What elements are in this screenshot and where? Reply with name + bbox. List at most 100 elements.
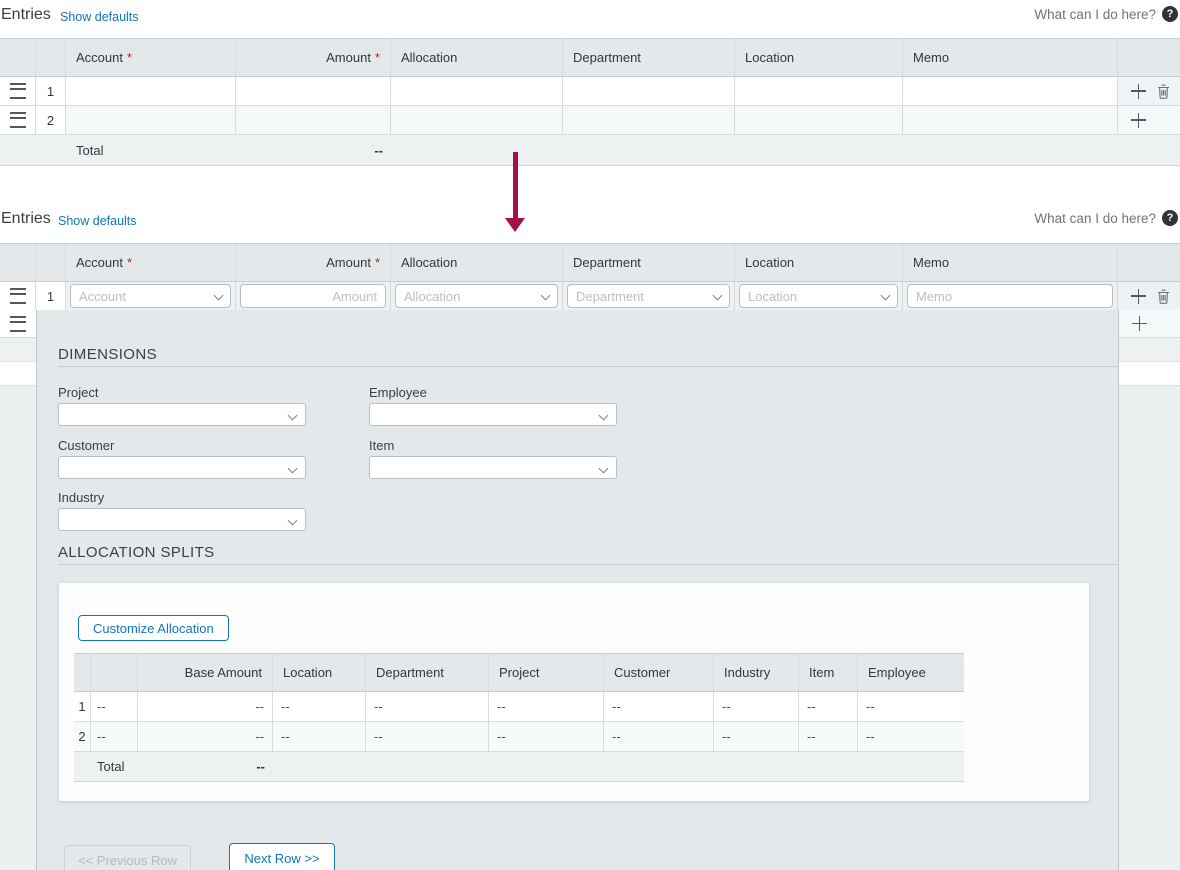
header-actions-column: [1118, 244, 1180, 282]
header-drag-column: [0, 39, 36, 77]
drag-handle-icon[interactable]: [10, 83, 26, 99]
allocation-splits-table: Base Amount Location Department Project …: [74, 653, 964, 782]
next-row-button[interactable]: Next Row >>: [229, 843, 335, 870]
entries-header-row: Account* Amount* Allocation Department L…: [0, 39, 1180, 77]
entries-title-top: Entries: [1, 6, 51, 24]
row-number: 2: [36, 106, 66, 135]
rail-background: [1119, 386, 1180, 870]
allocation-select[interactable]: [395, 284, 558, 308]
help-link-detail[interactable]: What can I do here? ?: [1034, 210, 1178, 226]
alloc-row-number: 1: [74, 692, 91, 722]
item-select[interactable]: [369, 456, 617, 479]
location-cell[interactable]: [735, 106, 903, 135]
amount-input[interactable]: [240, 284, 386, 308]
header-actions-column: [1118, 39, 1180, 77]
project-select[interactable]: [58, 403, 306, 426]
account-cell[interactable]: [66, 106, 236, 135]
amount-cell[interactable]: [236, 77, 391, 106]
entries-title-detail: Entries: [1, 210, 51, 228]
active-entry-row: 1: [0, 282, 1180, 311]
drag-handle-icon[interactable]: [10, 316, 26, 332]
add-row-button[interactable]: [1132, 316, 1147, 331]
allocation-splits-heading: ALLOCATION SPLITS: [58, 544, 1118, 565]
alloc-cell-employee: --: [858, 722, 964, 752]
drag-handle-icon[interactable]: [10, 288, 26, 304]
customer-select[interactable]: [58, 456, 306, 479]
help-label: What can I do here?: [1034, 211, 1156, 226]
alloc-row: 2 -- -- -- -- -- -- -- -- --: [74, 722, 964, 752]
row-detail-panel: DIMENSIONS Project Employee Customer Ite…: [36, 310, 1119, 870]
header-rownum-column: [36, 39, 66, 77]
chevron-down-icon: [599, 464, 609, 474]
actions-column-rail: [1119, 310, 1180, 870]
alloc-cell-base-amount: --: [138, 722, 273, 752]
row-stripe: [0, 362, 36, 386]
alloc-cell-industry: --: [714, 722, 799, 752]
location-cell[interactable]: [735, 77, 903, 106]
employee-label: Employee: [369, 385, 427, 400]
allocation-cell[interactable]: [391, 106, 563, 135]
department-cell[interactable]: [563, 77, 735, 106]
previous-row-button[interactable]: << Previous Row: [64, 845, 191, 870]
alloc-cell-project: --: [489, 722, 604, 752]
show-defaults-link-detail[interactable]: Show defaults: [58, 214, 137, 228]
column-header-location: Location: [745, 255, 794, 270]
department-cell[interactable]: [563, 106, 735, 135]
column-header-allocation: Allocation: [401, 255, 457, 270]
alloc-header-department: Department: [376, 665, 444, 680]
add-row-button[interactable]: [1131, 113, 1146, 128]
allocation-cell[interactable]: [391, 77, 563, 106]
required-asterisk: *: [127, 50, 132, 65]
column-header-account: Account: [76, 255, 123, 270]
help-icon[interactable]: ?: [1162, 6, 1178, 22]
alloc-cell-item: --: [799, 692, 858, 722]
alloc-header-employee: Employee: [868, 665, 926, 680]
table-row: 2: [0, 106, 1180, 135]
alloc-cell-customer: --: [604, 692, 714, 722]
chevron-down-icon: [599, 411, 609, 421]
header-drag-column: [0, 244, 36, 282]
row-number: 1: [36, 282, 66, 311]
alloc-header-industry: Industry: [724, 665, 770, 680]
delete-row-button[interactable]: [1157, 84, 1170, 99]
account-cell[interactable]: [66, 77, 236, 106]
allocation-splits-card: Customize Allocation Base Amount Locatio…: [59, 583, 1089, 801]
total-row: Total --: [0, 135, 1180, 166]
delete-row-button[interactable]: [1157, 289, 1170, 304]
column-header-location: Location: [745, 50, 794, 65]
help-icon[interactable]: ?: [1162, 210, 1178, 226]
industry-select[interactable]: [58, 508, 306, 531]
account-select[interactable]: [70, 284, 231, 308]
alloc-cell-department: --: [366, 722, 489, 752]
department-select[interactable]: [567, 284, 730, 308]
location-select[interactable]: [739, 284, 898, 308]
memo-cell[interactable]: [903, 106, 1118, 135]
employee-select[interactable]: [369, 403, 617, 426]
column-header-department: Department: [573, 50, 641, 65]
amount-cell[interactable]: [236, 106, 391, 135]
row-stripe: [1119, 362, 1180, 386]
column-header-account: Account: [76, 50, 123, 65]
memo-input[interactable]: [907, 284, 1113, 308]
alloc-cell-department: --: [366, 692, 489, 722]
alloc-header-project: Project: [499, 665, 539, 680]
required-asterisk: *: [375, 50, 380, 65]
required-asterisk: *: [375, 255, 380, 270]
show-defaults-link-top[interactable]: Show defaults: [60, 10, 139, 24]
alloc-total-row: Total --: [74, 752, 964, 782]
help-link-top[interactable]: What can I do here? ?: [1034, 6, 1178, 22]
column-header-amount: Amount: [326, 255, 371, 270]
add-row-button[interactable]: [1131, 84, 1146, 99]
chevron-down-icon: [288, 516, 298, 526]
alloc-cell-location: --: [273, 692, 366, 722]
customize-allocation-button[interactable]: Customize Allocation: [78, 615, 229, 641]
memo-cell[interactable]: [903, 77, 1118, 106]
industry-label: Industry: [58, 490, 104, 505]
alloc-header-item: Item: [809, 665, 834, 680]
alloc-header-base-amount: Base Amount: [185, 665, 262, 680]
alloc-cell-location: --: [273, 722, 366, 752]
alloc-row: 1 -- -- -- -- -- -- -- -- --: [74, 692, 964, 722]
add-row-button[interactable]: [1131, 289, 1146, 304]
drag-handle-icon[interactable]: [10, 112, 26, 128]
rail-background: [0, 386, 36, 870]
